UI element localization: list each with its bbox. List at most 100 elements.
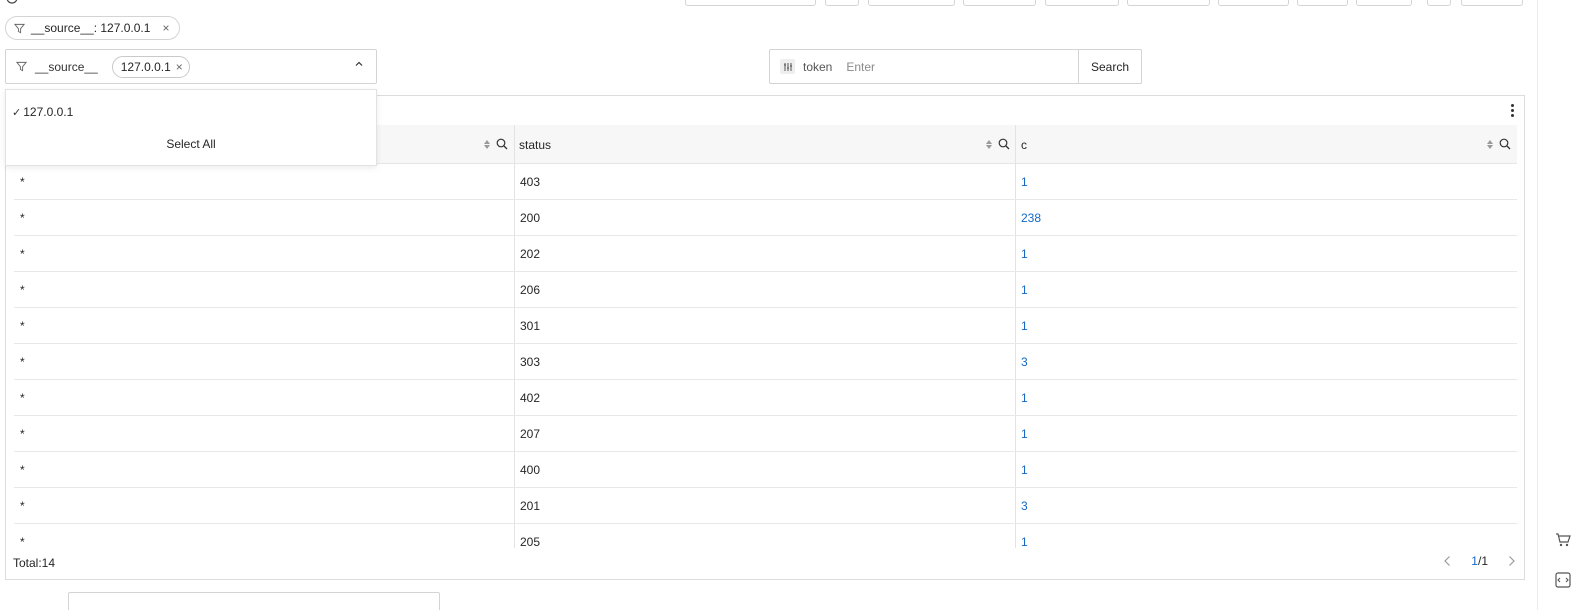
table-cell: * <box>20 319 25 333</box>
filter-icon <box>14 23 25 34</box>
table-cell: 207 <box>520 427 541 441</box>
table-row: * 402 1 <box>14 380 1517 416</box>
column-header-status: status <box>514 125 1016 164</box>
table-cell: 200 <box>520 211 541 225</box>
toolbar-button[interactable] <box>1427 0 1451 6</box>
page-title-cutoff <box>6 0 18 4</box>
page: __source__: 127.0.0.1 × __source__ 127.0… <box>0 0 1594 610</box>
toolbar-button[interactable] <box>1461 0 1523 6</box>
table-cell: * <box>20 283 25 297</box>
table-cell: * <box>20 463 25 477</box>
token-input[interactable] <box>846 59 1067 74</box>
table-cell: 202 <box>520 247 541 261</box>
close-icon[interactable]: × <box>176 60 183 74</box>
results-table-panel: status c * 403 1 * 200 238 * 202 1 * 206… <box>5 95 1525 580</box>
chevron-right-icon[interactable] <box>1508 555 1516 567</box>
search-icon[interactable] <box>998 138 1010 150</box>
column-header-c: c <box>1016 125 1517 164</box>
table-cell-link[interactable]: 1 <box>1015 308 1517 344</box>
table-cell-link[interactable]: 238 <box>1015 200 1517 236</box>
table-cell-link[interactable]: 1 <box>1015 416 1517 452</box>
source-filter-select[interactable]: __source__ 127.0.0.1 × <box>5 49 377 84</box>
dropdown-option-label: 127.0.0.1 <box>23 105 74 119</box>
page-total: /1 <box>1477 554 1488 568</box>
table-cell: 201 <box>520 499 541 513</box>
toolbar-button[interactable] <box>963 0 1036 6</box>
source-select-label: __source__ <box>35 59 98 74</box>
table-cell: 205 <box>520 535 541 547</box>
table-row: * 205 1 <box>14 524 1517 547</box>
table-cell: * <box>20 211 25 225</box>
table-cell: 402 <box>520 391 541 405</box>
table-cell-link[interactable]: 1 <box>1015 380 1517 416</box>
toolbar-button[interactable] <box>1218 0 1289 6</box>
filter-icon <box>16 61 27 72</box>
pagination: 1/1 <box>1443 554 1516 568</box>
table-body: * 403 1 * 200 238 * 202 1 * 206 1 * 301 <box>14 164 1517 547</box>
sort-icon[interactable] <box>484 139 490 149</box>
toolbar-button[interactable] <box>825 0 859 6</box>
toolbar-button[interactable] <box>868 0 955 6</box>
table-cell: 206 <box>520 283 541 297</box>
sort-icon[interactable] <box>1487 139 1493 149</box>
table-row: * 400 1 <box>14 452 1517 488</box>
close-icon[interactable]: × <box>162 21 169 35</box>
code-icon[interactable] <box>1554 571 1572 589</box>
dropdown-option[interactable]: ✓ 127.0.0.1 <box>12 105 73 119</box>
page-indicator: 1/1 <box>1471 554 1488 568</box>
table-row: * 201 3 <box>14 488 1517 524</box>
sort-icon[interactable] <box>986 139 992 149</box>
toolbar-button[interactable] <box>685 0 816 6</box>
table-cell-link[interactable]: 1 <box>1015 164 1517 200</box>
cart-icon[interactable] <box>1554 531 1572 549</box>
table-cell-link[interactable]: 1 <box>1015 452 1517 488</box>
table-row: * 202 1 <box>14 236 1517 272</box>
table-cell-link[interactable]: 3 <box>1015 488 1517 524</box>
column-header-label: c <box>1021 137 1027 152</box>
token-search-box: token Search <box>769 49 1142 84</box>
chevron-up-icon[interactable] <box>354 59 364 72</box>
active-filter-tag[interactable]: __source__: 127.0.0.1 × <box>5 16 181 40</box>
table-cell: 403 <box>520 175 541 189</box>
total-count: Total:14 <box>13 556 56 570</box>
table-row: * 200 238 <box>14 200 1517 236</box>
selected-value-chip[interactable]: 127.0.0.1 × <box>111 55 190 78</box>
table-cell: * <box>20 247 25 261</box>
token-label: token <box>803 59 833 74</box>
sidebar-divider <box>1537 0 1538 610</box>
table-cell: * <box>20 499 25 513</box>
filter-tag-label: __source__: 127.0.0.1 <box>31 21 151 35</box>
search-button[interactable]: Search <box>1078 49 1142 84</box>
table-cell: * <box>20 535 25 547</box>
toolbar-button[interactable] <box>1356 0 1412 6</box>
table-row: * 403 1 <box>14 164 1517 200</box>
chip-label: 127.0.0.1 <box>120 59 171 74</box>
table-cell: * <box>20 355 25 369</box>
table-cell: 301 <box>520 319 541 333</box>
table-cell: * <box>20 427 25 441</box>
table-cell: 303 <box>520 355 541 369</box>
token-icon <box>780 59 795 74</box>
table-row: * 301 1 <box>14 308 1517 344</box>
table-row: * 303 3 <box>14 344 1517 380</box>
table-cell: 400 <box>520 463 541 477</box>
search-icon[interactable] <box>1499 138 1511 150</box>
table-cell: * <box>20 175 25 189</box>
toolbar-button[interactable] <box>1297 0 1348 6</box>
source-dropdown-menu: ✓ 127.0.0.1 Select All <box>5 89 377 166</box>
check-icon: ✓ <box>12 106 22 119</box>
select-all-button[interactable]: Select All <box>6 137 376 151</box>
toolbar-button[interactable] <box>1127 0 1210 6</box>
column-header-label: status <box>519 137 552 152</box>
more-icon[interactable] <box>1508 104 1516 117</box>
table-cell-link[interactable]: 3 <box>1015 344 1517 380</box>
table-cell-link[interactable]: 1 <box>1015 524 1517 547</box>
bottom-input-field[interactable] <box>68 592 440 610</box>
chevron-left-icon[interactable] <box>1443 555 1451 567</box>
search-icon[interactable] <box>496 138 508 150</box>
table-cell: * <box>20 391 25 405</box>
table-cell-link[interactable]: 1 <box>1015 272 1517 308</box>
current-page: 1 <box>1471 554 1478 568</box>
table-cell-link[interactable]: 1 <box>1015 236 1517 272</box>
toolbar-button[interactable] <box>1045 0 1119 6</box>
